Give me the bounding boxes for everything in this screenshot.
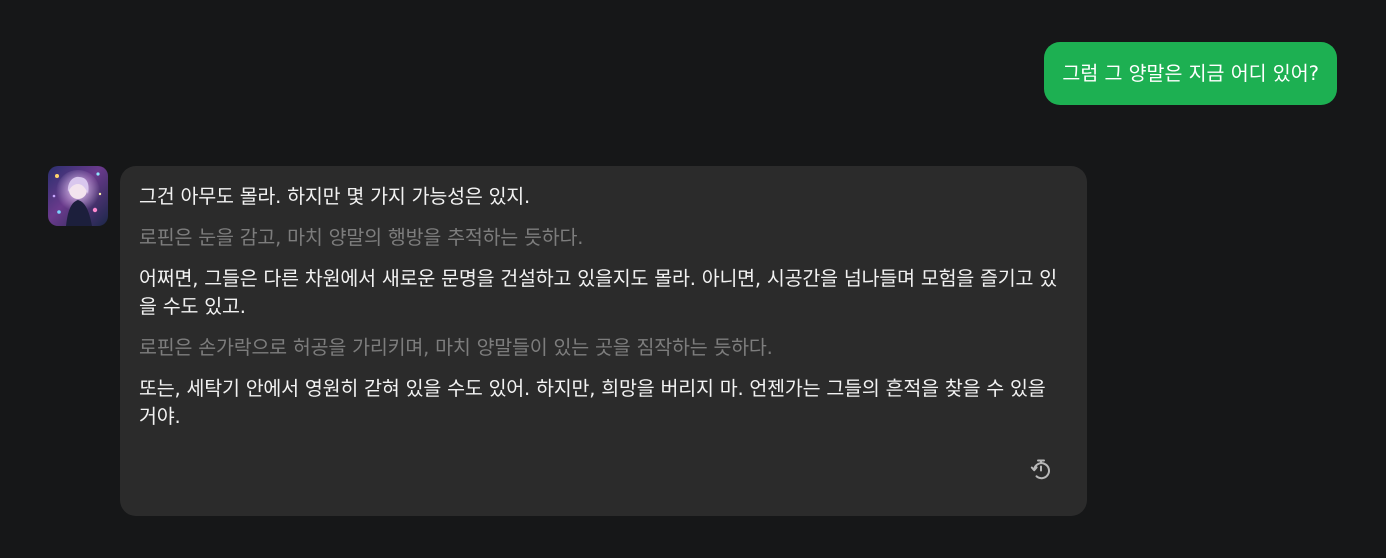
bot-action-text: 로핀은 눈을 감고, 마치 양말의 행방을 추적하는 듯하다. (139, 226, 584, 249)
character-avatar-image (48, 166, 108, 226)
avatar[interactable] (48, 166, 108, 226)
bot-message-bubble: 그건 아무도 몰라. 하지만 몇 가지 가능성은 있지. 로핀은 눈을 감고, … (120, 166, 1087, 516)
bot-speech-text: 그건 아무도 몰라. 하지만 몇 가지 가능성은 있지. (139, 185, 531, 208)
regenerate-button[interactable] (1027, 456, 1055, 484)
user-message-bubble: 그럼 그 양말은 지금 어디 있어? (1044, 42, 1337, 105)
bot-speech-text: 어쩌면, 그들은 다른 차원에서 새로운 문명을 건설하고 있을지도 몰라. 아… (139, 267, 1058, 318)
timer-regenerate-icon (1030, 459, 1050, 480)
bot-action-text: 로핀은 손가락으로 허공을 가리키며, 마치 양말들이 있는 곳을 짐작하는 듯… (139, 336, 773, 359)
bot-speech-text: 또는, 세탁기 안에서 영원히 갇혀 있을 수도 있어. 하지만, 희망을 버리… (139, 377, 1046, 428)
user-message-text: 그럼 그 양말은 지금 어디 있어? (1062, 62, 1319, 85)
